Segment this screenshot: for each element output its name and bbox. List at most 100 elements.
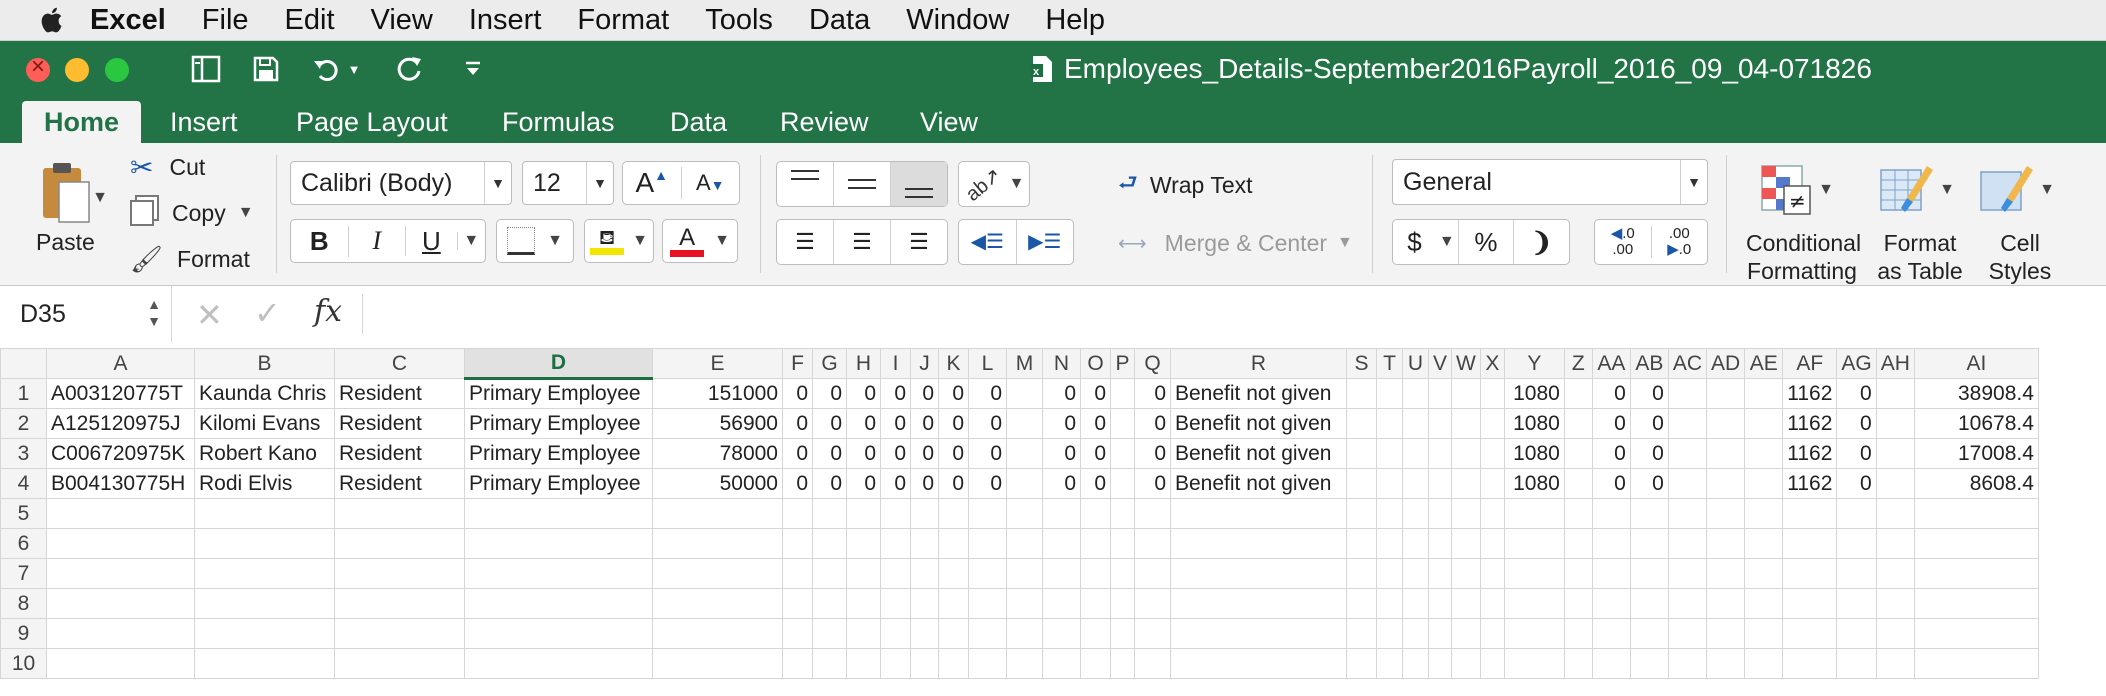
cell-b7[interactable] — [194, 558, 335, 589]
cell-s4[interactable] — [1346, 468, 1377, 499]
cell-ae10[interactable] — [1744, 648, 1784, 679]
cell-y6[interactable] — [1503, 528, 1565, 559]
menu-file[interactable]: File — [202, 4, 249, 37]
cell-c9[interactable] — [334, 618, 465, 649]
cell-t3[interactable] — [1376, 438, 1403, 469]
menu-help[interactable]: Help — [1045, 4, 1105, 37]
cell-af4[interactable]: 1162 — [1782, 468, 1838, 499]
cell-ag5[interactable] — [1836, 498, 1877, 529]
cell-t10[interactable] — [1376, 648, 1403, 679]
cell-q8[interactable] — [1134, 588, 1171, 619]
cell-a2[interactable]: A125120975J — [46, 408, 195, 439]
cell-a7[interactable] — [46, 558, 195, 589]
cell-u3[interactable] — [1402, 438, 1429, 469]
cell-r8[interactable] — [1170, 588, 1347, 619]
cell-h3[interactable]: 0 — [846, 438, 881, 469]
cell-s3[interactable] — [1346, 438, 1377, 469]
cell-ae5[interactable] — [1744, 498, 1784, 529]
column-header-f[interactable]: F — [782, 348, 813, 379]
cell-l1[interactable]: 0 — [968, 378, 1007, 409]
cell-i3[interactable]: 0 — [880, 438, 911, 469]
percent-style-button[interactable]: % — [1459, 220, 1515, 264]
cell-o6[interactable] — [1080, 528, 1111, 559]
column-header-b[interactable]: B — [194, 348, 335, 379]
comma-style-button[interactable]: ❩ — [1514, 227, 1569, 258]
cell-c4[interactable]: Resident — [334, 468, 465, 499]
cell-ac8[interactable] — [1667, 588, 1708, 619]
cell-c10[interactable] — [334, 648, 465, 679]
cell-ag4[interactable]: 0 — [1836, 468, 1877, 499]
cell-r7[interactable] — [1170, 558, 1347, 589]
cell-b9[interactable] — [194, 618, 335, 649]
column-header-ah[interactable]: AH — [1875, 348, 1915, 379]
row-header[interactable]: 6 — [0, 528, 47, 559]
cell-p9[interactable] — [1110, 618, 1135, 649]
cell-q5[interactable] — [1134, 498, 1171, 529]
cell-m8[interactable] — [1006, 588, 1043, 619]
cell-t7[interactable] — [1376, 558, 1403, 589]
cell-af10[interactable] — [1782, 648, 1838, 679]
decrease-indent-icon[interactable]: ◀☰ — [959, 220, 1017, 264]
cell-ag8[interactable] — [1836, 588, 1877, 619]
cell-q10[interactable] — [1134, 648, 1171, 679]
cell-m9[interactable] — [1006, 618, 1043, 649]
cell-d8[interactable] — [464, 588, 653, 619]
row-header[interactable]: 5 — [0, 498, 47, 529]
cell-ad8[interactable] — [1706, 588, 1746, 619]
cell-ad5[interactable] — [1706, 498, 1746, 529]
cell-ag9[interactable] — [1836, 618, 1877, 649]
menu-format[interactable]: Format — [577, 4, 669, 37]
column-header-z[interactable]: Z — [1563, 348, 1593, 379]
cell-ah4[interactable] — [1875, 468, 1915, 499]
cell-t9[interactable] — [1376, 618, 1403, 649]
cell-x9[interactable] — [1479, 618, 1505, 649]
cell-l4[interactable]: 0 — [968, 468, 1007, 499]
cell-v8[interactable] — [1427, 588, 1453, 619]
cell-ad1[interactable] — [1706, 378, 1746, 409]
decrease-decimal-icon[interactable]: .00 ▶.0 — [1652, 226, 1708, 258]
cell-l3[interactable]: 0 — [968, 438, 1007, 469]
cell-u7[interactable] — [1402, 558, 1429, 589]
cell-q1[interactable]: 0 — [1134, 378, 1171, 409]
cancel-edit-icon[interactable]: ✕ — [196, 296, 223, 334]
cell-x1[interactable] — [1479, 378, 1505, 409]
cell-w10[interactable] — [1451, 648, 1481, 679]
cell-styles-button[interactable]: ▼ — [1976, 153, 2056, 227]
align-bottom-icon[interactable] — [891, 162, 947, 206]
cell-ai8[interactable] — [1913, 588, 2039, 619]
column-header-t[interactable]: T — [1376, 348, 1403, 379]
paste-button[interactable]: ▼ — [22, 153, 108, 233]
menu-window[interactable]: Window — [906, 4, 1009, 37]
column-header-ad[interactable]: AD — [1706, 348, 1746, 379]
cell-o1[interactable]: 0 — [1080, 378, 1111, 409]
cell-h10[interactable] — [846, 648, 881, 679]
cell-j2[interactable]: 0 — [910, 408, 939, 439]
decrease-font-size-icon[interactable]: A▼ — [682, 170, 740, 196]
column-header-ae[interactable]: AE — [1744, 348, 1784, 379]
cell-d7[interactable] — [464, 558, 653, 589]
cell-p4[interactable] — [1110, 468, 1135, 499]
wrap-text-button[interactable]: ⮐ Wrap Text — [1118, 165, 1288, 205]
cell-n3[interactable]: 0 — [1042, 438, 1081, 469]
cell-ac10[interactable] — [1667, 648, 1708, 679]
cell-ab7[interactable] — [1629, 558, 1669, 589]
cell-s6[interactable] — [1346, 528, 1377, 559]
cell-c3[interactable]: Resident — [334, 438, 465, 469]
cell-x4[interactable] — [1479, 468, 1505, 499]
cell-z4[interactable] — [1563, 468, 1593, 499]
cell-q4[interactable]: 0 — [1134, 468, 1171, 499]
cell-q6[interactable] — [1134, 528, 1171, 559]
cell-d10[interactable] — [464, 648, 653, 679]
cell-c2[interactable]: Resident — [334, 408, 465, 439]
column-header-m[interactable]: M — [1006, 348, 1043, 379]
column-header-o[interactable]: O — [1080, 348, 1111, 379]
cell-g6[interactable] — [812, 528, 847, 559]
cell-o10[interactable] — [1080, 648, 1111, 679]
cell-s7[interactable] — [1346, 558, 1377, 589]
cell-u10[interactable] — [1402, 648, 1429, 679]
cell-t8[interactable] — [1376, 588, 1403, 619]
redo-icon[interactable] — [390, 52, 430, 86]
cell-ai2[interactable]: 10678.4 — [1913, 408, 2039, 439]
cell-w2[interactable] — [1451, 408, 1481, 439]
sidebar-toggle-icon[interactable] — [186, 52, 226, 86]
